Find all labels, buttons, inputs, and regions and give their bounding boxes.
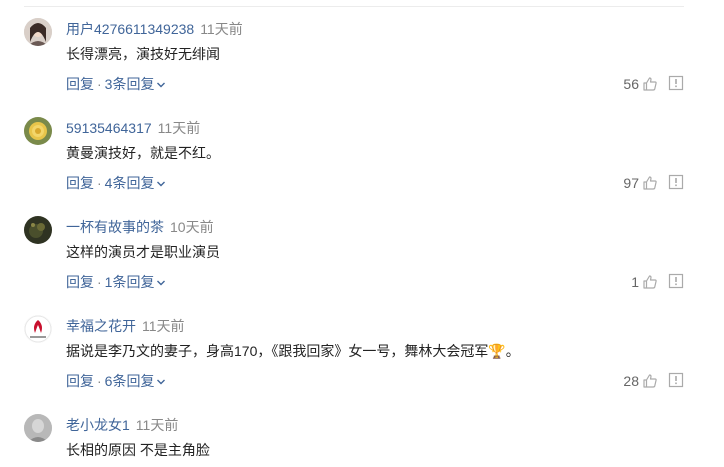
reply-button[interactable]: 回复 [66,373,94,389]
like-count: 56 [623,76,639,92]
replies-count-label: 1条回复 [104,274,155,290]
separator-dot: · [97,175,102,191]
replies-count-label: 6条回复 [104,373,155,389]
like-count: 97 [623,175,639,191]
chevron-down-icon [157,82,166,88]
comment-actions: 回复 · 4条回复 [66,173,166,193]
comment-item: 幸福之花开 11天前 据说是李乃文的妻子，身高170，《跟我回家》女一号，舞林大会… [0,315,724,414]
like-button[interactable]: 97 [623,173,658,193]
chevron-down-icon [157,181,166,187]
thumbs-up-icon [643,77,657,91]
report-icon [668,273,684,289]
reply-button[interactable]: 回复 [66,175,94,191]
comment-text: 这样的演员才是职业演员 [66,244,220,260]
username[interactable]: 一杯有故事的茶 [66,219,164,235]
comment-meta: 59135464317 11天前 [66,117,200,139]
view-replies-button[interactable]: 4条回复 [105,175,167,191]
username[interactable]: 59135464317 [66,120,152,136]
report-icon [668,372,684,388]
report-button[interactable] [668,372,684,388]
separator-dot: · [97,274,102,290]
timestamp: 11天前 [142,318,185,334]
reply-button[interactable]: 回复 [66,274,94,290]
view-replies-button[interactable]: 3条回复 [105,76,167,92]
timestamp: 11天前 [200,21,243,37]
chevron-down-icon [157,280,166,286]
comment-actions: 回复 · 6条回复 [66,371,166,391]
report-button[interactable] [668,174,684,190]
separator-dot: · [97,76,102,92]
timestamp: 11天前 [135,417,179,433]
avatar[interactable] [24,117,52,145]
comment-meta: 老小龙女1 11天前 [66,414,178,436]
comment-meta: 幸福之花开 11天前 [66,315,185,337]
timestamp: 11天前 [157,120,201,136]
avatar[interactable] [24,315,52,343]
timestamp: 10天前 [170,219,214,235]
view-replies-button[interactable]: 1条回复 [105,274,167,290]
avatar[interactable] [24,414,52,442]
report-button[interactable] [668,273,684,289]
like-count: 1 [631,274,639,290]
thumbs-up-icon [643,176,657,190]
username[interactable]: 幸福之花开 [66,318,136,334]
comment-item: 老小龙女1 11天前 长相的原因 不是主角脸 [0,414,724,467]
chevron-down-icon [157,379,166,385]
comment-actions: 回复 · 1条回复 [66,272,166,292]
replies-count-label: 3条回复 [104,76,155,92]
separator-dot: · [97,373,102,389]
like-count: 28 [623,373,639,389]
username[interactable]: 用户4276611349238 [66,21,194,37]
comment-text: 据说是李乃文的妻子，身高170，《跟我回家》女一号，舞林大会冠军🏆。 [66,343,520,359]
comment-item: 一杯有故事的茶 10天前 这样的演员才是职业演员 回复 · 1条回复 1 [0,216,724,315]
reply-button[interactable]: 回复 [66,76,94,92]
comment-meta: 一杯有故事的茶 10天前 [66,216,214,238]
comment-text: 长得漂亮，演技好无绯闻 [66,46,220,62]
avatar[interactable] [24,18,52,46]
like-button[interactable]: 56 [623,74,658,94]
thumbs-up-icon [643,275,657,289]
comment-item: 用户4276611349238 11天前 长得漂亮，演技好无绯闻 回复 · 3条回复 … [0,18,724,117]
report-icon [668,75,684,91]
comment-actions: 回复 · 3条回复 [66,74,166,94]
like-button[interactable]: 28 [623,371,658,391]
top-divider [24,6,684,7]
replies-count-label: 4条回复 [104,175,155,191]
like-button[interactable]: 1 [631,272,658,292]
username[interactable]: 老小龙女1 [66,417,130,433]
report-icon [668,174,684,190]
view-replies-button[interactable]: 6条回复 [105,373,167,389]
comment-text: 长相的原因 不是主角脸 [66,442,210,458]
comment-text: 黄曼演技好，就是不红。 [66,145,220,161]
thumbs-up-icon [643,374,657,388]
report-button[interactable] [668,75,684,91]
avatar[interactable] [24,216,52,244]
comment-meta: 用户4276611349238 11天前 [66,18,243,40]
comment-item: 59135464317 11天前 黄曼演技好，就是不红。 回复 · 4条回复 97 [0,117,724,216]
